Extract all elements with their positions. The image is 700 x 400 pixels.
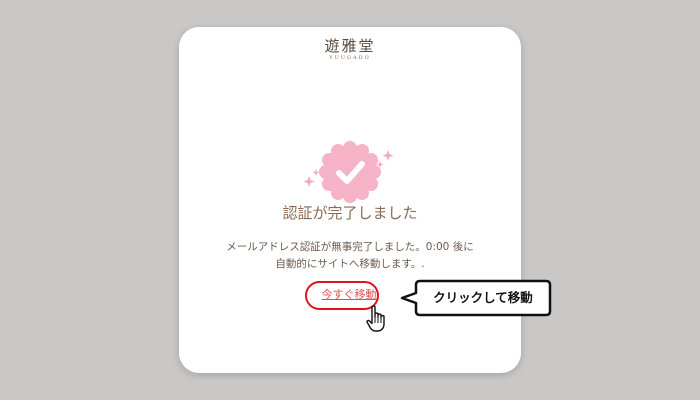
verification-card: 遊雅堂 YUUGADO 認証が完了しました メールアドレス認証が無事完了しました… — [179, 27, 521, 373]
brand-name: 遊雅堂 — [324, 37, 376, 55]
screen: 遊雅堂 YUUGADO 認証が完了しました メールアドレス認証が無事完了しました… — [0, 0, 700, 400]
brand-logo[interactable]: 遊雅堂 YUUGADO — [179, 37, 521, 62]
badge-shape — [319, 141, 381, 203]
status-message: メールアドレス認証が無事完了しました。0:00 後に 自動的にサイトへ移動します… — [199, 239, 501, 273]
message-line-1: メールアドレス認証が無事完了しました。0:00 後に — [226, 241, 474, 253]
go-now-link[interactable]: 今すぐ移動 — [307, 285, 391, 305]
message-line-2: 自動的にサイトへ移動します。. — [275, 258, 425, 270]
callout-text: クリックして移動 — [433, 290, 533, 305]
check-badge-icon — [303, 141, 394, 203]
hand-pointer-icon — [366, 305, 385, 332]
brand-romanized: YUUGADO — [329, 55, 371, 61]
page-title: 認証が完了しました — [282, 204, 418, 222]
